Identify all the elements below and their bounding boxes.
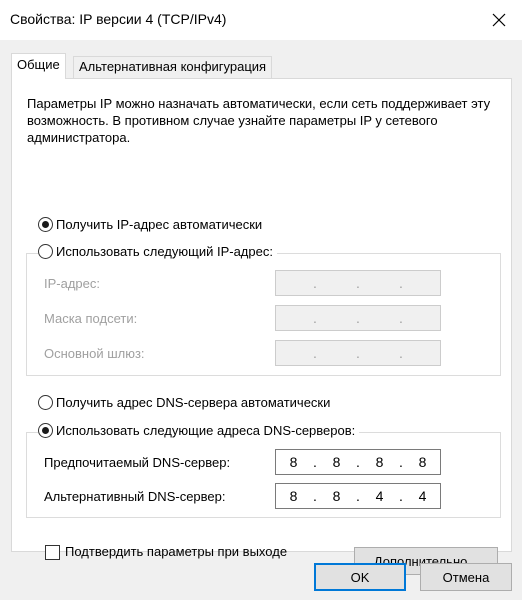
radio-ip-auto-circle[interactable] (38, 217, 53, 232)
close-button[interactable] (476, 0, 522, 40)
radio-ip-auto[interactable]: Получить IP-адрес автоматически (38, 217, 267, 232)
default-gateway-input: . . . (275, 340, 441, 366)
radio-ip-auto-label: Получить IP-адрес автоматически (56, 217, 263, 232)
radio-dns-manual-label: Использовать следующие адреса DNS-сервер… (56, 423, 356, 438)
validate-on-exit-label: Подтвердить параметры при выходе (65, 544, 288, 559)
ip-address-input: . . . (275, 270, 441, 296)
validate-on-exit-checkbox[interactable] (45, 545, 60, 560)
radio-dns-manual[interactable]: Использовать следующие адреса DNS-сервер… (38, 423, 360, 438)
tab-alternate-config[interactable]: Альтернативная конфигурация (73, 56, 273, 79)
tab-panel-general: Параметры IP можно назначать автоматичес… (11, 78, 512, 575)
description-text: Параметры IP можно назначать автоматичес… (27, 96, 491, 145)
radio-ip-manual[interactable]: Использовать следующий IP-адрес: (38, 244, 277, 259)
radio-ip-manual-label: Использовать следующий IP-адрес: (56, 244, 273, 259)
radio-dns-auto-circle[interactable] (38, 395, 53, 410)
default-gateway-label: Основной шлюз: (44, 346, 145, 361)
cancel-button[interactable]: Отмена (420, 563, 512, 591)
subnet-mask-input: . . . (275, 305, 441, 331)
ok-button[interactable]: OK (314, 563, 406, 591)
alternate-dns-label: Альтернативный DNS-сервер: (44, 489, 226, 504)
dialog-body: Общие Альтернативная конфигурация Параме… (0, 40, 522, 600)
tab-general[interactable]: Общие (11, 53, 66, 79)
subnet-mask-label: Маска подсети: (44, 311, 138, 326)
title-bar: Свойства: IP версии 4 (TCP/IPv4) (0, 0, 522, 40)
radio-dns-manual-circle[interactable] (38, 423, 53, 438)
radio-ip-manual-circle[interactable] (38, 244, 53, 259)
close-icon (492, 13, 506, 27)
radio-dns-auto[interactable]: Получить адрес DNS-сервера автоматически (38, 395, 335, 410)
ip-address-label: IP-адрес: (44, 276, 100, 291)
preferred-dns-input[interactable]: 8. 8. 8. 8 (275, 449, 441, 475)
window-title: Свойства: IP версии 4 (TCP/IPv4) (10, 11, 227, 27)
radio-dns-auto-label: Получить адрес DNS-сервера автоматически (56, 395, 331, 410)
alternate-dns-input[interactable]: 8. 8. 4. 4 (275, 483, 441, 509)
preferred-dns-label: Предпочитаемый DNS-сервер: (44, 455, 231, 470)
